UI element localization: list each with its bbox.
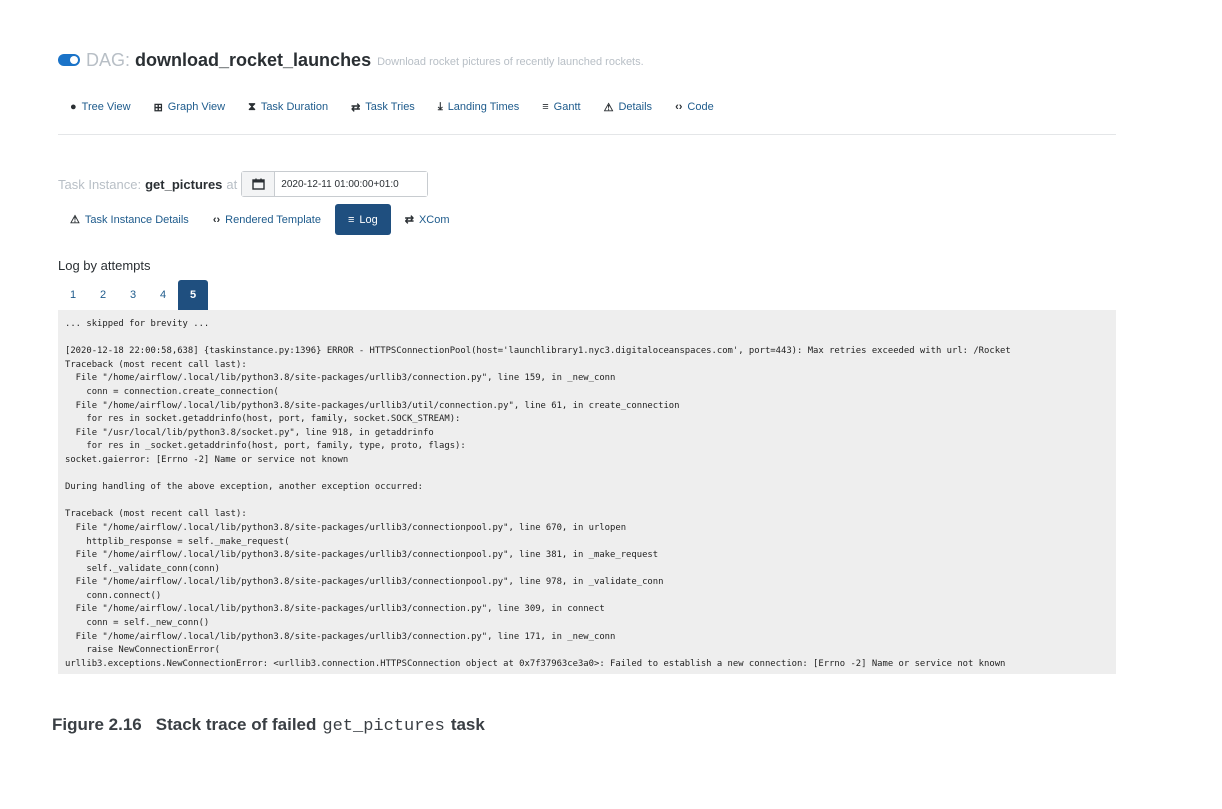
execution-date-picker — [241, 171, 429, 197]
task-instance-name: get_pictures — [145, 176, 223, 192]
caption-code: get_pictures — [322, 717, 445, 736]
graph-icon: ⊞ — [153, 101, 163, 114]
retry-icon: ⇄ — [351, 101, 361, 114]
execution-date-input[interactable] — [275, 172, 428, 196]
nav-label: Landing Times — [447, 101, 520, 113]
tab-label: Rendered Template — [225, 213, 321, 226]
nav-label: Graph View — [167, 101, 226, 113]
warning-icon: ⚠ — [70, 214, 80, 226]
caption-text-after: task — [450, 715, 485, 734]
nav-tree-view[interactable]: ● Tree View — [70, 101, 131, 113]
nav-graph-view[interactable]: ⊞ Graph View — [154, 101, 226, 114]
nav-code[interactable]: ‹› Code — [675, 101, 714, 113]
tab-label: Task Instance Details — [84, 213, 189, 226]
task-instance-prefix: Task Instance: — [58, 176, 142, 192]
dag-description: Download rocket pictures of recently lau… — [377, 56, 644, 68]
nav-task-duration[interactable]: ⧗ Task Duration — [248, 101, 328, 114]
code-icon: ‹› — [212, 213, 221, 226]
figure-caption: Figure 2.16 Stack trace of failed get_pi… — [52, 715, 485, 736]
nav-task-tries[interactable]: ⇄ Task Tries — [351, 101, 415, 114]
figure-label: Figure 2.16 — [52, 715, 142, 734]
exchange-icon: ⇄ — [404, 214, 414, 226]
task-instance-at: at — [226, 176, 238, 192]
nav-label: Gantt — [553, 101, 581, 113]
attempt-tab-1[interactable]: 1 — [58, 280, 88, 310]
code-icon: ‹› — [675, 101, 683, 113]
attempt-tab-5[interactable]: 5 — [178, 280, 208, 310]
nav-label: Task Duration — [260, 101, 329, 113]
dag-view-nav: ● Tree View ⊞ Graph View ⧗ Task Duration… — [70, 98, 737, 116]
dag-name: download_rocket_launches — [135, 49, 372, 70]
attempt-tab-3[interactable]: 3 — [118, 280, 148, 310]
nav-label: Code — [687, 101, 714, 113]
nav-divider — [58, 134, 1116, 135]
attempt-tab-4[interactable]: 4 — [148, 280, 178, 310]
hourglass-icon: ⧗ — [248, 100, 256, 113]
nav-gantt[interactable]: ≡ Gantt — [542, 101, 580, 113]
dag-header: DAG: download_rocket_launches Download r… — [58, 46, 644, 74]
list-icon: ≡ — [347, 213, 355, 226]
nav-label: Tree View — [81, 101, 131, 113]
log-panel[interactable]: ... skipped for brevity ... [2020-12-18 … — [58, 310, 1116, 674]
tab-label: Log — [359, 213, 378, 226]
task-instance-nav: ⚠ Task Instance Details ‹› Rendered Temp… — [58, 204, 462, 235]
log-output: ... skipped for brevity ... [2020-12-18 … — [65, 319, 1011, 669]
tab-log[interactable]: ≡ Log — [334, 204, 391, 235]
calendar-icon — [252, 178, 265, 190]
landing-icon: ⤓ — [437, 100, 443, 113]
nav-details[interactable]: ⚠ Details — [604, 101, 653, 114]
nav-label: Task Tries — [365, 101, 415, 113]
gantt-icon: ≡ — [542, 101, 549, 113]
tree-icon: ● — [70, 101, 77, 113]
attempt-tab-2[interactable]: 2 — [88, 280, 118, 310]
task-instance-header: Task Instance: get_pictures at — [58, 171, 429, 197]
tab-xcom[interactable]: ⇄ XCom — [393, 204, 462, 235]
tab-task-instance-details[interactable]: ⚠ Task Instance Details — [58, 204, 201, 235]
nav-landing-times[interactable]: ⤓ Landing Times — [438, 101, 519, 114]
attempt-tabs: 1 2 3 4 5 — [58, 280, 208, 310]
nav-label: Details — [618, 101, 653, 113]
warning-icon: ⚠ — [603, 101, 614, 114]
log-heading: Log by attempts — [58, 258, 151, 273]
dag-toggle-switch[interactable] — [58, 54, 80, 66]
caption-text-before: Stack trace of failed — [155, 715, 317, 734]
tab-rendered-template[interactable]: ‹› Rendered Template — [201, 204, 333, 235]
calendar-button[interactable] — [242, 172, 276, 196]
tab-label: XCom — [418, 213, 450, 226]
dag-prefix: DAG: — [86, 49, 131, 70]
